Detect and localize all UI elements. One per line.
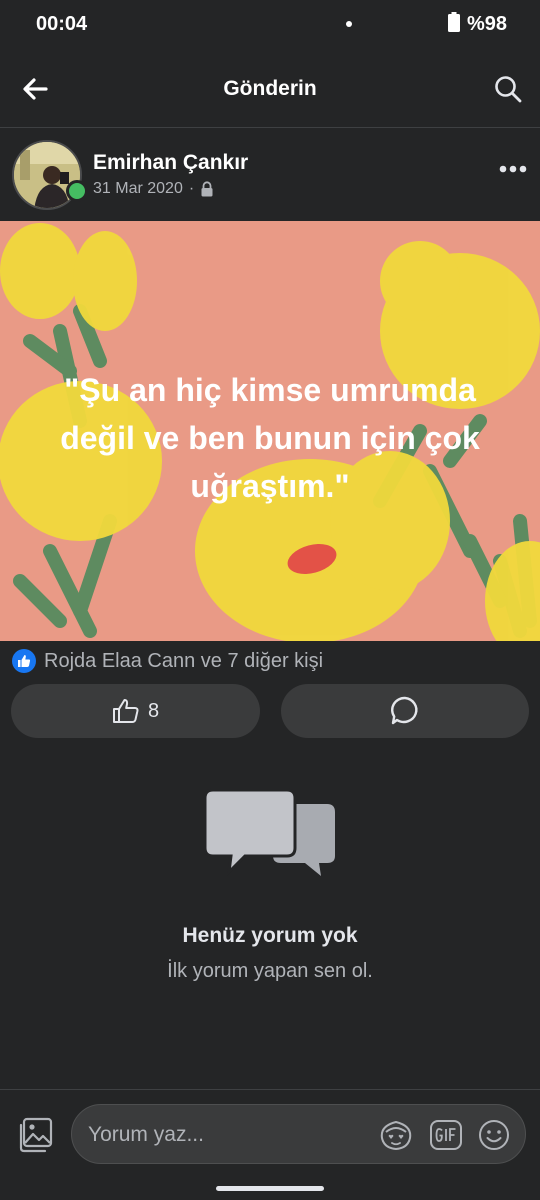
comment-bubble-icon	[391, 696, 418, 725]
avatar-sticker-icon[interactable]	[378, 1118, 414, 1152]
post-quote-text: "Şu an hiç kimse umrumda değil ve ben bu…	[60, 372, 480, 504]
thumbs-up-icon	[112, 699, 139, 723]
status-bar: 00:04 %98	[0, 0, 540, 50]
home-indicator	[216, 1186, 324, 1191]
lock-icon	[201, 181, 213, 197]
comment-input-wrapper	[71, 1104, 526, 1164]
comment-composer	[0, 1089, 540, 1200]
gif-icon[interactable]	[429, 1118, 463, 1152]
like-reaction-icon	[12, 649, 36, 673]
notification-dot-icon	[346, 21, 352, 27]
search-icon[interactable]	[493, 74, 523, 104]
author-name[interactable]: Emirhan Çankır	[93, 151, 248, 175]
battery-icon	[448, 12, 460, 32]
more-options-icon[interactable]	[498, 162, 528, 176]
status-time: 00:04	[36, 13, 88, 35]
page-title: Gönderin	[223, 77, 317, 100]
meta-separator: ·	[188, 180, 195, 197]
reactions-summary[interactable]: Rojda Elaa Cann ve 7 diğer kişi	[12, 647, 323, 675]
comment-input[interactable]	[88, 1115, 358, 1155]
empty-comments-icon	[203, 788, 335, 877]
post-date[interactable]: 31 Mar 2020	[93, 180, 183, 198]
empty-state-subtitle: İlk yorum yapan sen ol.	[167, 960, 373, 982]
comment-button[interactable]	[281, 684, 529, 738]
reactions-summary-text: Rojda Elaa Cann ve 7 diğer kişi	[44, 649, 324, 672]
post-image[interactable]: "Şu an hiç kimse umrumda değil ve ben bu…	[0, 221, 540, 641]
photo-gallery-icon[interactable]	[17, 1117, 53, 1153]
like-count: 8	[147, 699, 160, 722]
battery-percentage: %98	[467, 13, 508, 35]
emoji-icon[interactable]	[477, 1118, 511, 1152]
online-status-indicator	[66, 180, 88, 202]
post-header: Emirhan Çankır 31 Mar 2020 ·	[0, 128, 540, 220]
top-app-bar: Gönderin	[0, 50, 540, 128]
post-meta: 31 Mar 2020 ·	[93, 180, 214, 198]
like-button[interactable]: 8	[11, 684, 260, 738]
empty-state-title: Henüz yorum yok	[182, 924, 358, 947]
